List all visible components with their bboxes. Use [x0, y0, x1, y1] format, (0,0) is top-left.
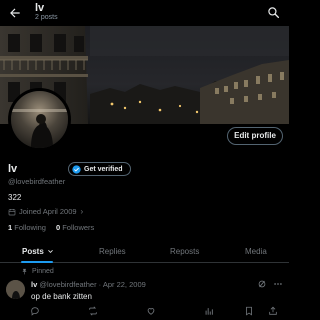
search-icon[interactable] [267, 6, 280, 19]
following-link[interactable]: 1 Following [8, 223, 46, 232]
chevron-right-icon: › [80, 207, 84, 216]
get-verified-label: Get verified [84, 165, 123, 173]
chevron-down-icon [48, 250, 53, 254]
following-label: Following [14, 223, 46, 232]
pinned-indicator: Pinned [21, 268, 54, 275]
active-tab-indicator [21, 261, 53, 263]
followers-link[interactable]: 0 Followers [56, 223, 94, 232]
edit-profile-button[interactable]: Edit profile [227, 127, 283, 145]
joined-label: Joined April 2009 [19, 207, 77, 216]
profile-tabs: Posts Replies Reposts Media [0, 243, 289, 263]
tab-posts[interactable]: Posts [22, 247, 54, 256]
post-author-name[interactable]: lv [31, 280, 37, 289]
calendar-icon [8, 208, 16, 215]
reply-icon[interactable] [30, 306, 40, 316]
views-icon[interactable] [204, 306, 214, 316]
grok-icon[interactable] [257, 279, 267, 289]
post-text: op de bank zitten [31, 292, 92, 301]
follow-stats: 1 Following 0 Followers [8, 223, 94, 232]
get-verified-button[interactable]: Get verified [68, 162, 131, 176]
tab-replies[interactable]: Replies [99, 247, 126, 256]
profile-display-name: lv [8, 163, 18, 175]
followers-label: Followers [62, 223, 95, 232]
post-meta: @lovebirdfeather · Apr 22, 2009 [39, 280, 146, 289]
followers-count: 0 [55, 223, 61, 232]
profile-handle: @lovebirdfeather [8, 177, 66, 186]
tab-reposts[interactable]: Reposts [170, 247, 199, 256]
like-icon[interactable] [146, 306, 156, 316]
profile-bio: 322 [8, 193, 22, 202]
pinned-label: Pinned [32, 268, 54, 275]
tab-media[interactable]: Media [245, 247, 267, 256]
header-post-count: 2 posts [35, 14, 58, 21]
tab-posts-label: Posts [22, 247, 44, 256]
arrow-left-icon[interactable] [8, 6, 22, 20]
bookmark-icon[interactable] [244, 306, 254, 316]
post-avatar[interactable] [6, 280, 25, 299]
pin-icon [22, 268, 27, 275]
following-count: 1 [8, 223, 13, 232]
joined-date[interactable]: Joined April 2009 › [8, 207, 83, 216]
more-icon[interactable] [273, 279, 283, 289]
post-header: lv @lovebirdfeather · Apr 22, 2009 [31, 280, 146, 289]
repost-icon[interactable] [88, 306, 98, 316]
share-icon[interactable] [268, 306, 278, 316]
header-title: lv [35, 2, 45, 14]
verified-badge-icon [72, 164, 81, 174]
profile-avatar[interactable] [8, 88, 71, 151]
top-bar: lv 2 posts [0, 0, 289, 26]
